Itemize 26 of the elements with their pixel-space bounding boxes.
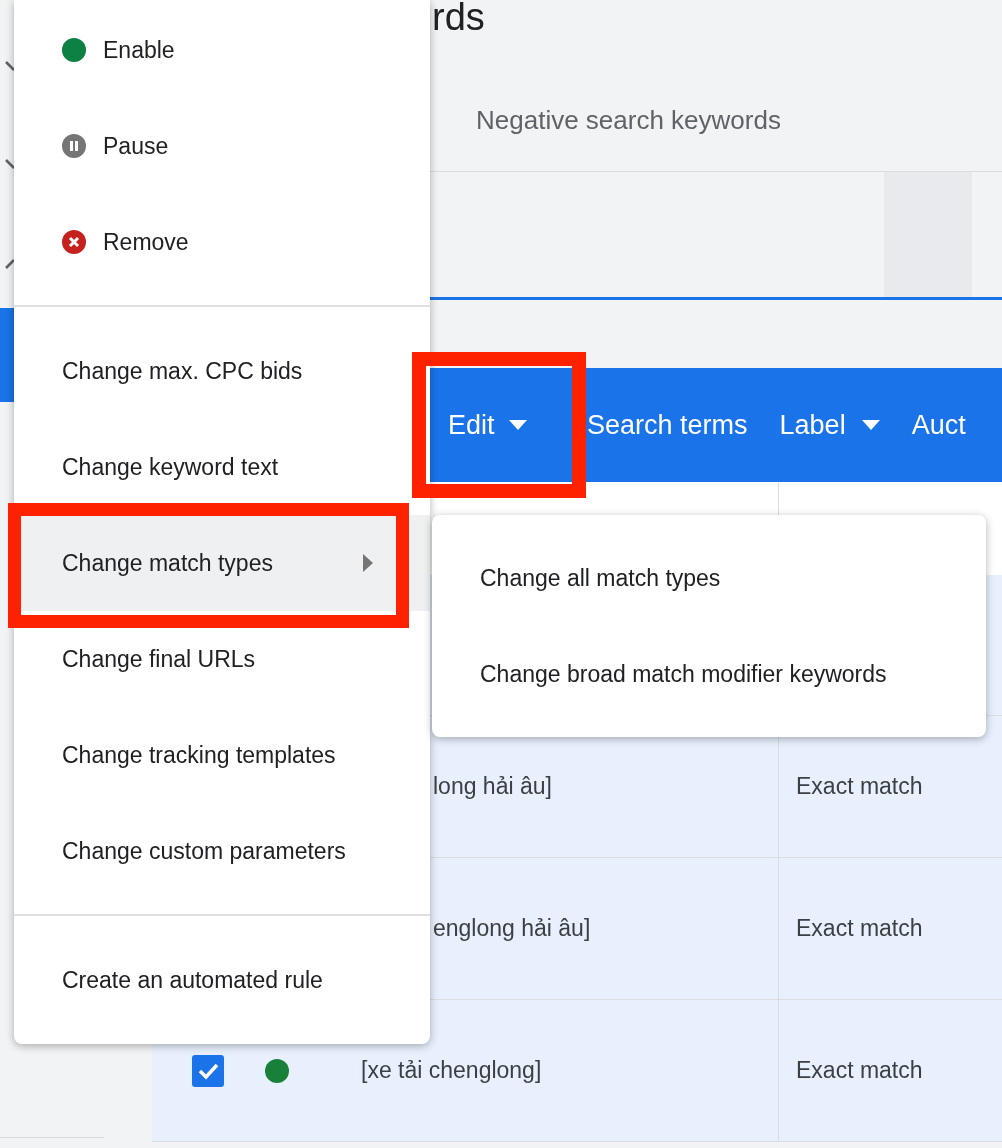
toolbar-button[interactable]: Auct [911,368,998,482]
keyword-text: long hải âu] [433,772,552,802]
menu-item[interactable]: Create an automated rule [14,932,430,1028]
page-title: rds [432,0,485,36]
toolbar-button[interactable]: Edit [430,368,572,482]
status-dot-icon [62,38,86,62]
match-type-text: Exact match [796,914,923,944]
menu-item[interactable]: Change tracking templates [14,707,430,803]
match-type-text: Exact match [796,772,923,802]
checkbox[interactable] [192,1054,224,1087]
menu-item[interactable]: Change max. CPC bids [14,323,430,419]
toolbar-button[interactable]: Label [779,368,912,482]
menu-item[interactable]: Change custom parameters [14,803,430,899]
keyword-text: englong hải âu] [433,914,591,944]
pause-icon [62,134,86,158]
keyword-text: [xe tải chenglong] [361,1056,542,1086]
remove-icon [62,230,86,254]
submenu-arrow-icon [363,554,373,572]
menu-item[interactable]: Change broad match modifier keywords [432,626,986,722]
menu-item[interactable]: Remove [14,194,430,290]
match-type-text: Exact match [796,1056,923,1086]
tab[interactable]: Negative search keywords [476,101,781,140]
menu-item[interactable]: Change all match types [432,530,986,626]
menu-item[interactable]: Enable [14,2,430,98]
menu-item[interactable]: Pause [14,98,430,194]
toolbar-button[interactable]: Search terms [587,368,780,482]
